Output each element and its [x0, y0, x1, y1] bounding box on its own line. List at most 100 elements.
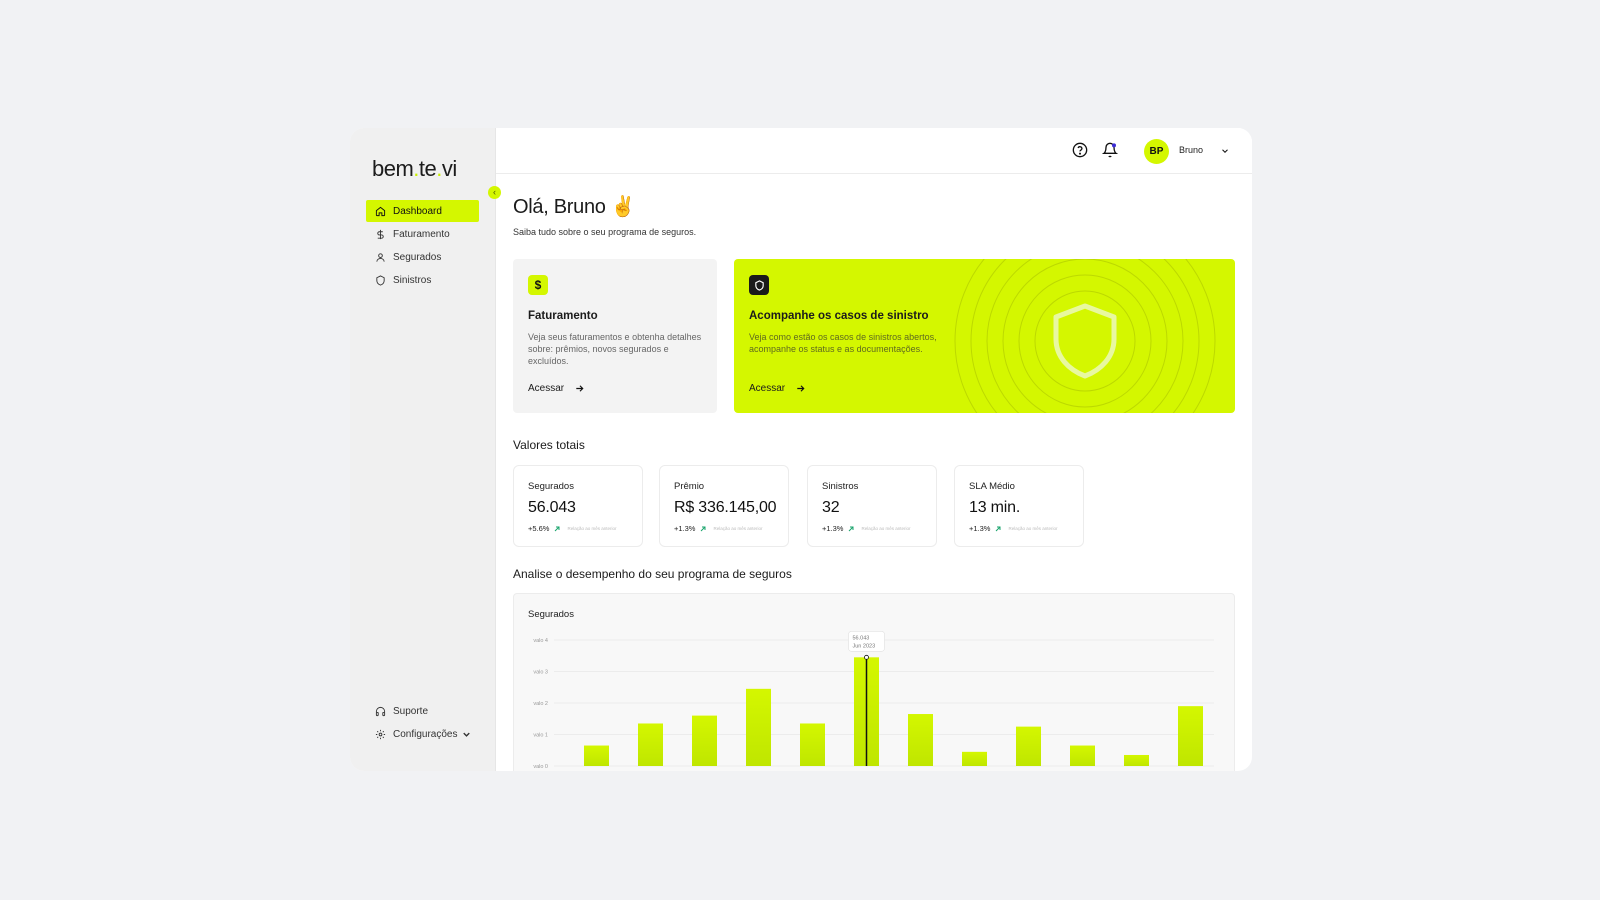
highlight-point	[864, 654, 869, 660]
chart-bar[interactable]	[1070, 745, 1095, 766]
y-tick-label: valo 2	[533, 701, 548, 707]
stat-card-premio: Prêmio R$ 336.145,00 +1.3% Relação ao mês…	[659, 465, 789, 547]
sidebar-item-suporte[interactable]: Suporte	[366, 700, 479, 722]
trend-up-icon	[996, 526, 1001, 531]
stat-note: Relação ao mês anterior	[861, 526, 911, 531]
trend-up-icon	[849, 526, 854, 531]
stat-card-sinistros: Sinistros 32 +1.3% Relação ao mês anterio…	[807, 465, 937, 547]
chart-bar[interactable]	[746, 688, 771, 766]
sidebar-footer: Suporte Configurações	[366, 700, 479, 746]
trend-up-icon	[701, 526, 706, 531]
stat-note: Relação ao mês anterior	[567, 526, 617, 531]
stat-delta: +1.3% Relação ao mês anterior	[674, 524, 763, 533]
stat-label: Sinistros	[822, 481, 859, 492]
stat-delta: +1.3% Relação ao mês anterior	[822, 524, 911, 533]
chart-bar[interactable]	[1124, 754, 1149, 766]
help-circle-icon[interactable]	[1072, 142, 1088, 158]
dollar-icon: $	[528, 275, 548, 295]
stat-label: Prêmio	[674, 481, 705, 492]
chart-tooltip: 56.043 Jun 2023	[848, 631, 885, 652]
faturamento-card[interactable]: $ Faturamento Veja seus faturamentos e o…	[513, 259, 717, 413]
stat-note: Relação ao mês anterior	[713, 526, 763, 531]
user-icon	[373, 250, 387, 264]
chart-bar[interactable]	[638, 723, 663, 766]
sidebar-collapse-button[interactable]: ‹	[488, 186, 501, 199]
sidebar-item-label: Suporte	[393, 705, 429, 717]
stat-value: R$ 336.145,00	[674, 499, 777, 516]
sidebar-item-dashboard[interactable]: Dashboard	[366, 200, 479, 222]
arrow-right-icon	[797, 385, 805, 392]
stat-delta-value: +1.3%	[674, 524, 696, 533]
home-icon	[373, 204, 387, 218]
shield-icon	[373, 273, 387, 287]
sidebar: bem.te.vi Dashboard Faturamento Segurado…	[350, 128, 496, 771]
sidebar-nav: Dashboard Faturamento Segurados Sinistro…	[366, 200, 479, 292]
chart-bar[interactable]	[584, 745, 609, 766]
segurados-chart-card: Segurados valo 0 valo 1 valo 2 valo 3 valo 4…	[513, 593, 1235, 771]
stat-label: SLA Médio	[969, 481, 1015, 492]
sidebar-item-sinistros[interactable]: Sinistros	[366, 269, 479, 291]
chart-bar[interactable]	[962, 751, 987, 766]
user-name[interactable]: Bruno	[1179, 145, 1203, 155]
main-content: Olá, Bruno ✌️ Saiba tudo sobre o seu pro…	[496, 174, 1252, 771]
stat-card-segurados: Segurados 56.043 +5.6% Relação ao mês ant…	[513, 465, 643, 547]
stat-delta-value: +5.6%	[528, 524, 550, 533]
y-tick-label: valo 0	[533, 764, 548, 770]
sidebar-item-label: Segurados	[393, 251, 442, 263]
arrow-right-icon	[576, 385, 584, 392]
stat-card-sla: SLA Médio 13 min. +1.3% Relação ao mês an…	[954, 465, 1084, 547]
performance-title: Analise o desempenho do seu programa de …	[513, 567, 792, 581]
tooltip-date: Jun 2023	[853, 643, 876, 649]
chart-bar[interactable]	[800, 723, 825, 766]
y-tick-label: valo 3	[533, 670, 548, 676]
sidebar-item-label: Sinistros	[393, 274, 432, 286]
totals-title: Valores totais	[513, 438, 585, 452]
stat-value: 32	[822, 499, 840, 516]
headphones-icon	[373, 704, 387, 718]
bell-icon[interactable]	[1102, 142, 1118, 158]
card-description: Veja como estão os casos de sinistros ab…	[749, 332, 937, 354]
sinistros-access-link[interactable]: Acessar	[749, 383, 806, 394]
dollar-icon	[373, 227, 387, 241]
card-title: Faturamento	[528, 310, 598, 322]
y-tick-label: valo 1	[533, 733, 548, 739]
stat-delta: +5.6% Relação ao mês anterior	[528, 524, 617, 533]
link-label: Acessar	[749, 383, 786, 394]
sidebar-item-faturamento[interactable]: Faturamento	[366, 223, 479, 245]
shield-icon	[1053, 303, 1117, 379]
card-description: Veja seus faturamentos e obtenha detalhe…	[528, 332, 702, 366]
brand-logo[interactable]: bem.te.vi	[372, 156, 457, 182]
page-title: Olá, Bruno ✌️	[513, 196, 636, 218]
chart-bar[interactable]	[1178, 706, 1203, 766]
faturamento-access-link[interactable]: Acessar	[528, 383, 585, 394]
chevron-down-icon	[463, 732, 471, 737]
card-title: Acompanhe os casos de sinistro	[749, 310, 929, 322]
top-bar: BP Bruno	[496, 128, 1252, 174]
trend-up-icon	[555, 526, 560, 531]
stat-label: Segurados	[528, 481, 574, 492]
chart-bar[interactable]	[1016, 726, 1041, 766]
segurados-bar-chart: valo 0 valo 1 valo 2 valo 3 valo 4 56.043 Jun …	[533, 631, 1214, 770]
sidebar-item-label: Configurações	[393, 728, 458, 740]
stat-note: Relação ao mês anterior	[1008, 526, 1058, 531]
chevron-down-icon[interactable]	[1220, 146, 1230, 156]
stat-value: 13 min.	[969, 499, 1021, 516]
gear-icon	[373, 727, 387, 741]
stat-delta: +1.3% Relação ao mês anterior	[969, 524, 1058, 533]
shield-icon	[749, 275, 769, 295]
app-window: bem.te.vi Dashboard Faturamento Segurado…	[350, 128, 1252, 771]
sinistros-card[interactable]: Acompanhe os casos de sinistro Veja como…	[734, 259, 1235, 413]
sidebar-item-label: Dashboard	[393, 205, 442, 217]
sidebar-item-configuracoes[interactable]: Configurações	[366, 723, 479, 745]
tooltip-value: 56.043	[853, 635, 870, 641]
sidebar-item-segurados[interactable]: Segurados	[366, 246, 479, 268]
stat-delta-value: +1.3%	[822, 524, 844, 533]
chart-bar[interactable]	[908, 714, 933, 766]
stat-value: 56.043	[528, 499, 576, 516]
avatar[interactable]: BP	[1144, 139, 1169, 164]
chart-bar[interactable]	[692, 715, 717, 766]
sidebar-item-label: Faturamento	[393, 228, 450, 240]
page-subtitle: Saiba tudo sobre o seu programa de segur…	[513, 227, 697, 237]
y-tick-label: valo 4	[533, 638, 548, 644]
stat-delta-value: +1.3%	[969, 524, 991, 533]
